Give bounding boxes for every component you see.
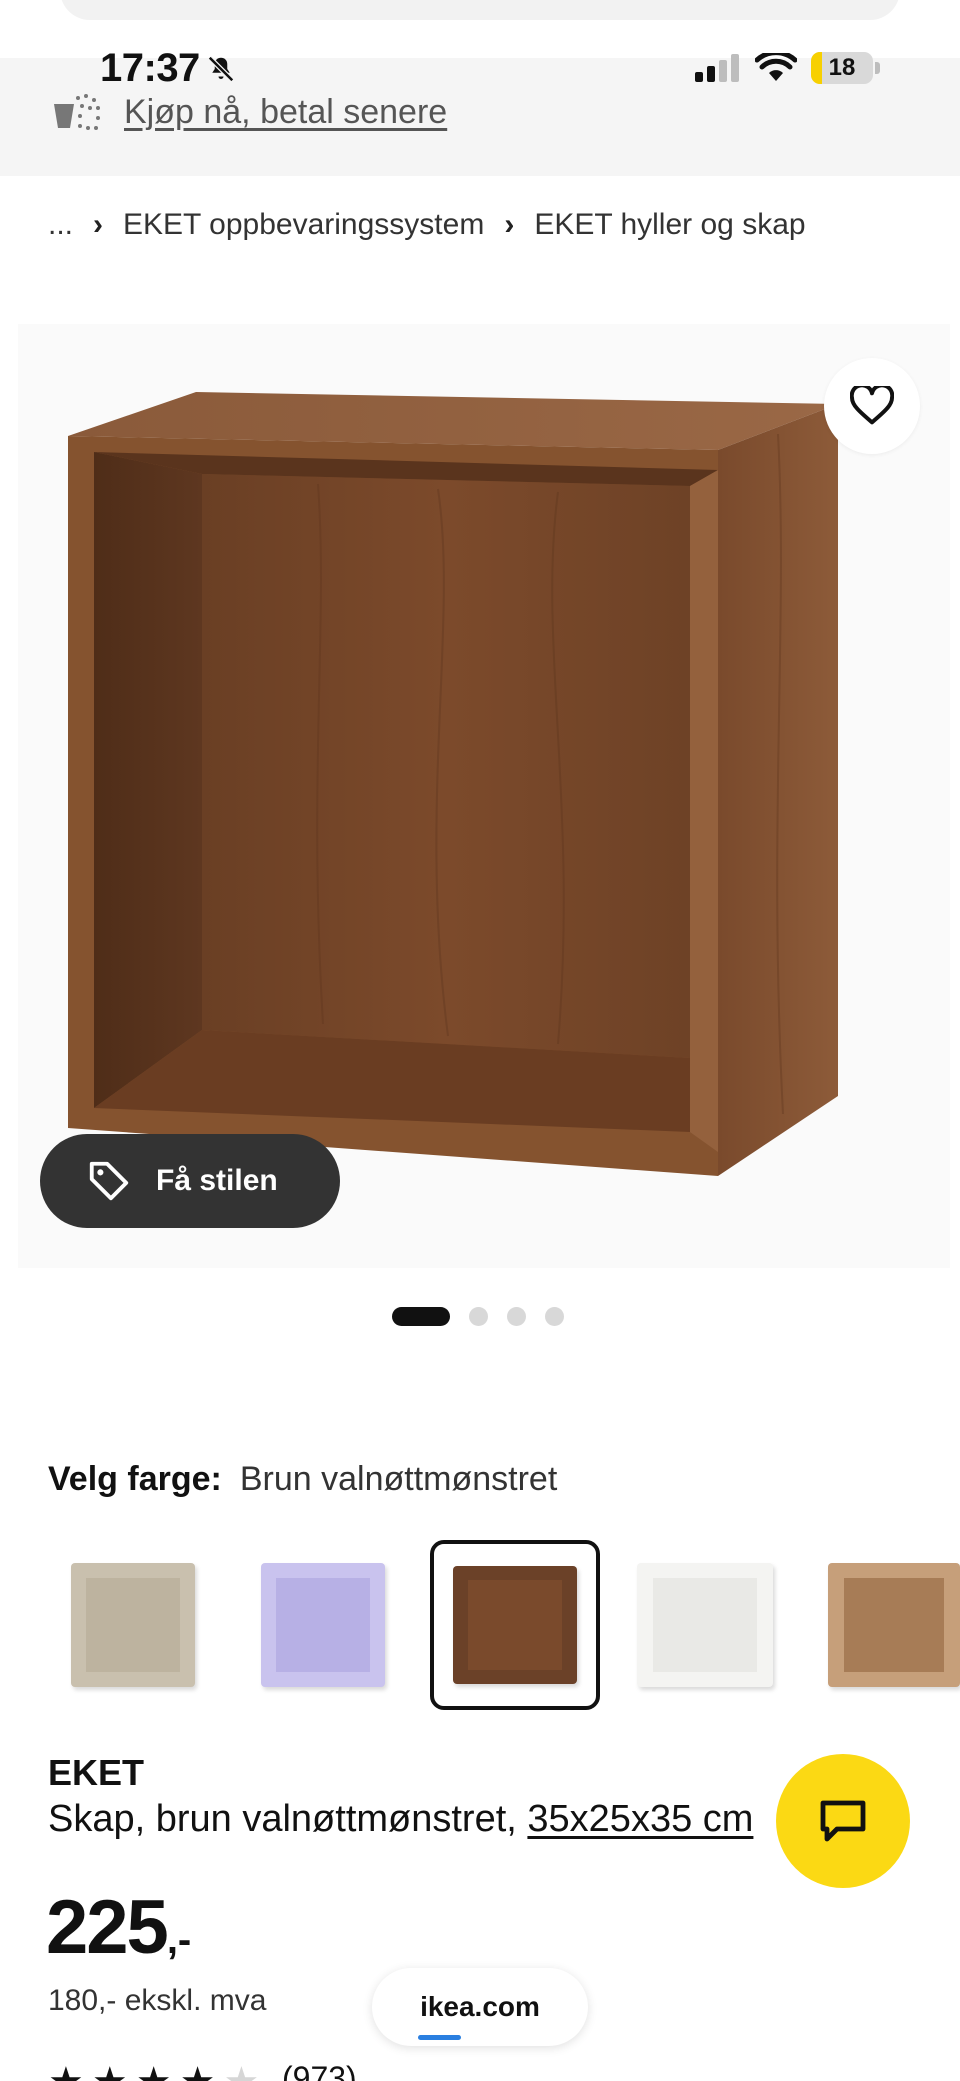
url-text: ikea.com [420, 1991, 540, 2022]
status-time: 17:37 [100, 46, 236, 91]
breadcrumb-ellipsis[interactable]: ... [48, 208, 73, 242]
time-text: 17:37 [100, 46, 200, 90]
battery-icon: 18 [811, 52, 873, 84]
product-name: EKET [48, 1752, 145, 1793]
price-excluding-vat: 180,- ekskl. mva [48, 1984, 267, 2017]
pagination-dot[interactable] [469, 1307, 488, 1326]
cellular-signal-icon [695, 54, 739, 82]
star-filled-icon: ★ [180, 2062, 216, 2081]
breadcrumb: ... › EKET oppbevaringssystem › EKET hyl… [48, 208, 806, 242]
color-swatch-beige[interactable] [48, 1540, 218, 1710]
pay-later-basket-icon [54, 94, 100, 130]
breadcrumb-separator: › [504, 208, 515, 241]
rating-stars[interactable]: ★ ★ ★ ★ ★ [48, 2062, 259, 2081]
product-description-text: Skap, brun valnøttmønstret, [48, 1798, 528, 1840]
star-empty-icon: ★ [223, 2062, 259, 2081]
swatch-image-beige [71, 1563, 195, 1687]
color-swatch-lilac[interactable] [238, 1540, 408, 1710]
color-swatch-white[interactable] [620, 1540, 790, 1710]
get-the-style-button[interactable]: Få stilen [40, 1134, 340, 1228]
pay-later-text: Kjøp nå, betal senere [124, 92, 448, 131]
pay-later-link[interactable]: Kjøp nå, betal senere [52, 92, 447, 132]
product-price: 225 ,- [46, 1884, 191, 1971]
bell-slash-icon [207, 55, 234, 82]
star-filled-icon: ★ [92, 2062, 128, 2081]
wifi-icon [755, 53, 797, 81]
chat-button[interactable] [776, 1754, 910, 1888]
pagination-dot[interactable] [507, 1307, 526, 1326]
price-amount: 225 [46, 1885, 169, 1970]
page-load-progress [418, 2035, 461, 2040]
product-image-cabinet [68, 392, 838, 1176]
swatch-image-oak [828, 1563, 960, 1687]
battery-level: 18 [828, 54, 856, 81]
tag-icon [89, 1161, 129, 1201]
swatch-image-brown-walnut [453, 1566, 577, 1684]
breadcrumb-item-eket-shelves[interactable]: EKET hyller og skap [534, 208, 805, 242]
star-filled-icon: ★ [48, 2062, 84, 2081]
heart-icon [850, 386, 894, 425]
product-image-gallery[interactable] [18, 324, 950, 1268]
battery-nub [875, 62, 880, 74]
battery-fill [811, 52, 823, 84]
pagination-dot[interactable] [392, 1307, 450, 1326]
favorite-button[interactable] [824, 358, 920, 454]
pagination-dot[interactable] [545, 1307, 564, 1326]
color-swatch-brown-walnut[interactable] [430, 1540, 600, 1710]
review-count[interactable]: (973) [282, 2060, 357, 2081]
get-the-style-label: Få stilen [156, 1164, 278, 1197]
star-filled-icon: ★ [136, 2062, 172, 2081]
color-selector-label: Velg farge: Brun valnøttmønstret [48, 1460, 557, 1499]
product-size-link[interactable]: 35x25x35 cm [527, 1798, 753, 1840]
price-suffix: ,- [166, 1918, 192, 1962]
product-description: Skap, brun valnøttmønstret, 35x25x35 cm [48, 1798, 788, 1841]
breadcrumb-item-eket-system[interactable]: EKET oppbevaringssystem [123, 208, 484, 242]
swatch-image-lilac [261, 1563, 385, 1687]
chat-bubble-icon [820, 1800, 866, 1842]
status-icons: 18 [695, 52, 880, 84]
browser-top-pill [60, 0, 900, 20]
browser-url-bar[interactable]: ikea.com [372, 1968, 588, 2046]
gallery-pagination [392, 1307, 564, 1326]
swatch-image-white [637, 1563, 773, 1687]
color-label-key: Velg farge: [48, 1460, 222, 1498]
color-swatch-oak[interactable] [810, 1540, 960, 1710]
breadcrumb-separator: › [93, 208, 104, 241]
selected-color-name: Brun valnøttmønstret [239, 1460, 558, 1498]
